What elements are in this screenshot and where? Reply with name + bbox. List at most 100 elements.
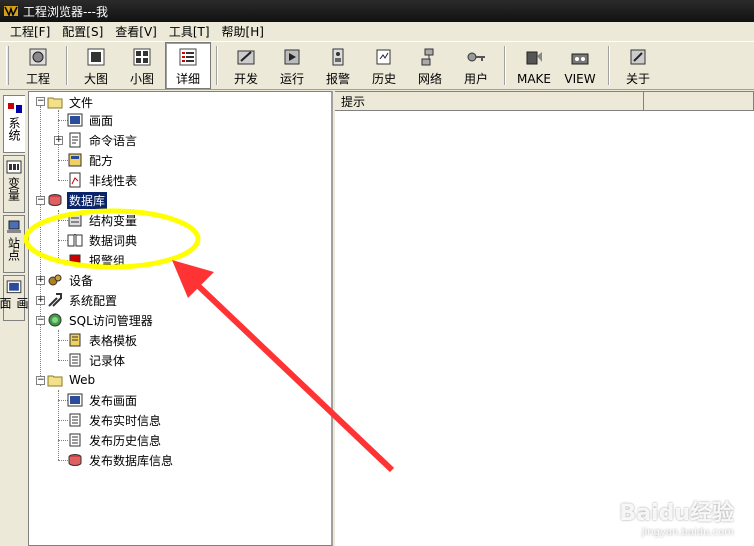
tree-connector <box>40 106 41 386</box>
develop-button[interactable]: 开发 <box>223 42 269 89</box>
small-icons-label: 小图 <box>129 72 154 86</box>
expander-collapse[interactable]: − <box>36 376 45 385</box>
tab-stations-label: 站点 <box>6 237 21 261</box>
about-icon <box>630 49 646 65</box>
tree-item-script[interactable]: 命令语言 <box>67 131 139 149</box>
tree-item-struct-variables[interactable]: 结构变量 <box>67 211 139 229</box>
details-button[interactable]: 详细 <box>165 42 211 89</box>
large-icons-icon <box>87 48 105 66</box>
tree-item-nonlinear-table[interactable]: 非线性表 <box>67 171 139 189</box>
column-header-empty[interactable] <box>644 92 754 111</box>
details-icon <box>179 48 197 66</box>
publish-screen-icon <box>67 393 83 407</box>
toolbar-separator <box>216 46 218 85</box>
tab-system-label: 系统 <box>7 117 21 141</box>
publish-db-icon <box>68 454 82 466</box>
details-label: 详细 <box>175 72 200 86</box>
tree-item-sql-manager[interactable]: SQL访问管理器 <box>47 311 155 329</box>
history-button[interactable]: 历史 <box>361 42 407 89</box>
run-button[interactable]: 运行 <box>269 42 315 89</box>
publish-history-icon <box>69 433 81 447</box>
tab-screens-label: 画面 <box>0 296 29 309</box>
column-header-label: 提示 <box>341 94 366 109</box>
alarm-icon <box>332 48 344 66</box>
toolbar-grip[interactable] <box>6 46 9 85</box>
tree-connector <box>58 210 59 260</box>
template-icon <box>69 333 81 347</box>
publish-realtime-icon <box>69 413 81 427</box>
tree-item-file[interactable]: 文件 <box>47 93 95 111</box>
menu-config[interactable]: 配置[S] <box>62 23 103 40</box>
database-icon <box>48 194 62 206</box>
tree-item-publish-screen[interactable]: 发布画面 <box>67 391 139 409</box>
project-tree: − + − + + − − 文件 画面 命令语言 配方 非线性表 数据库 结构变… <box>28 91 333 546</box>
alarm-group-icon <box>69 254 81 266</box>
side-tabs: 系统 变量 站点 画面 <box>0 91 29 546</box>
struct-icon <box>68 213 82 227</box>
tree-item-recipe[interactable]: 配方 <box>67 151 115 169</box>
system-icon <box>7 103 22 113</box>
table-icon <box>69 172 81 188</box>
run-label: 运行 <box>279 72 304 86</box>
menu-help[interactable]: 帮助[H] <box>222 23 264 40</box>
screen-icon <box>6 280 22 294</box>
view-button[interactable]: VIEW <box>557 42 603 89</box>
view-label: VIEW <box>564 71 596 86</box>
alarm-button[interactable]: 报警 <box>315 42 361 89</box>
expander-expand[interactable]: + <box>54 136 63 145</box>
menu-view[interactable]: 查看[V] <box>115 23 157 40</box>
expander-expand[interactable]: + <box>36 276 45 285</box>
toolbar-separator <box>608 46 610 85</box>
about-button[interactable]: 关于 <box>615 42 661 89</box>
tree-item-alarm-group[interactable]: 报警组 <box>67 251 127 269</box>
history-icon <box>376 49 391 65</box>
variables-icon <box>6 160 22 174</box>
tab-variables[interactable]: 变量 <box>3 155 25 213</box>
tree-item-publish-database[interactable]: 发布数据库信息 <box>67 451 175 469</box>
tree-connector <box>58 330 59 360</box>
tree-item-data-dictionary[interactable]: 数据词典 <box>67 231 139 249</box>
tree-item-device[interactable]: 设备 <box>47 271 95 289</box>
tree-item-publish-history[interactable]: 发布历史信息 <box>67 431 163 449</box>
tree-item-database[interactable]: 数据库 <box>47 191 108 209</box>
network-button[interactable]: 网络 <box>407 42 453 89</box>
make-label: MAKE <box>516 71 551 86</box>
script-icon <box>69 132 81 148</box>
small-icons-button[interactable]: 小图 <box>119 42 165 89</box>
column-header-hint[interactable]: 提示 <box>335 92 644 111</box>
folder-icon <box>47 97 63 109</box>
small-icons-icon <box>133 48 151 66</box>
menu-project[interactable]: 工程[F] <box>10 23 50 40</box>
tree-item-screen[interactable]: 画面 <box>67 111 115 129</box>
device-icon <box>48 274 62 286</box>
run-icon <box>284 49 300 65</box>
tree-item-table-template[interactable]: 表格模板 <box>67 331 139 349</box>
tab-variables-label: 变量 <box>6 177 21 201</box>
detail-panel: 提示 <box>335 91 754 546</box>
tab-screens[interactable]: 画面 <box>0 275 29 321</box>
tree-item-publish-realtime[interactable]: 发布实时信息 <box>67 411 163 429</box>
tree-item-web[interactable]: Web <box>47 371 97 389</box>
tree-item-record[interactable]: 记录体 <box>67 351 127 369</box>
menu-bar: 工程[F] 配置[S] 查看[V] 工具[T] 帮助[H] <box>0 22 754 42</box>
history-label: 历史 <box>371 72 396 86</box>
project-icon <box>29 48 47 66</box>
expander-collapse[interactable]: − <box>36 97 45 106</box>
expander-collapse[interactable]: − <box>36 196 45 205</box>
app-logo-icon <box>4 6 18 17</box>
about-label: 关于 <box>625 72 650 86</box>
tab-system[interactable]: 系统 <box>3 95 25 153</box>
screen-icon <box>67 113 83 127</box>
user-button[interactable]: 用户 <box>453 42 499 89</box>
expander-collapse[interactable]: − <box>36 316 45 325</box>
toolbar-separator <box>504 46 506 85</box>
project-button[interactable]: 工程 <box>15 42 61 89</box>
tab-stations[interactable]: 站点 <box>3 215 25 273</box>
large-icons-button[interactable]: 大图 <box>73 42 119 89</box>
watermark-sub: jingyan.baidu.com <box>641 527 734 538</box>
make-button[interactable]: MAKE <box>511 42 557 89</box>
menu-tools[interactable]: 工具[T] <box>169 23 210 40</box>
tree-item-system-config[interactable]: 系统配置 <box>47 291 119 309</box>
tools-icon <box>48 293 62 307</box>
expander-expand[interactable]: + <box>36 296 45 305</box>
